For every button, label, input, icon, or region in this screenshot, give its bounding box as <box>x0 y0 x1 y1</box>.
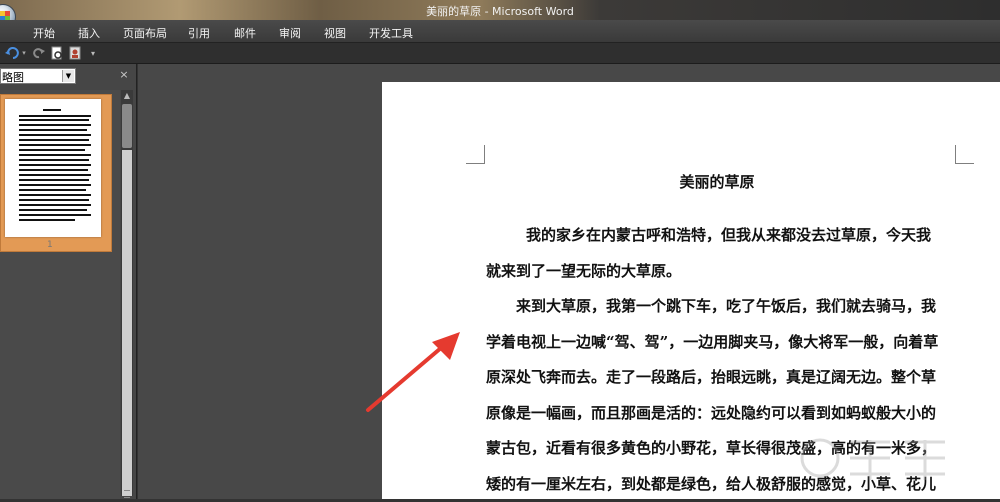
document-line: 原像是一幅画，而且那画是活的：远处隐约可以看到如蚂蚁般大小的 <box>486 396 958 432</box>
tab-view[interactable]: 视图 <box>324 25 346 41</box>
tab-insert[interactable]: 插入 <box>78 25 100 41</box>
line-text: 原深处飞奔而去。走了一段路后，抬眼远眺，真是辽阔无边。整个草 <box>486 360 936 396</box>
document-title: 美丽的草原 <box>382 171 1000 192</box>
print-preview-icon[interactable] <box>50 46 64 60</box>
thumb-line <box>19 119 89 121</box>
scroll-grip-icon <box>124 490 130 498</box>
view-select[interactable]: 略图 ▼ <box>0 68 76 84</box>
redo-icon[interactable] <box>32 46 46 60</box>
line-text: 来到大草原，我第一个跳下车，吃了午饭后，我们就去骑马，我 <box>516 289 936 325</box>
document-line: 就来到了一望无际的大草原。 <box>486 254 958 290</box>
margin-corner-mark-left <box>466 145 485 164</box>
tab-mailings[interactable]: 邮件 <box>234 25 256 41</box>
thumb-line <box>19 209 87 211</box>
thumb-line <box>19 149 85 151</box>
thumb-line <box>19 199 89 201</box>
document-line: 我的家乡在内蒙古呼和浩特，但我从来都没去过草原，今天我 <box>486 218 958 254</box>
page-number: 1 <box>47 240 53 250</box>
line-text: 我的家乡在内蒙古呼和浩特，但我从来都没去过草原，今天我 <box>526 218 931 254</box>
thumb-line <box>19 219 75 221</box>
thumb-line <box>19 179 89 181</box>
thumb-line <box>19 129 87 131</box>
chevron-down-icon[interactable]: ▼ <box>62 70 74 82</box>
nav-scrollbar[interactable]: ▲ <box>121 90 133 496</box>
scroll-thumb[interactable] <box>122 104 132 148</box>
thumb-line <box>19 139 89 141</box>
thumb-line <box>19 134 91 136</box>
customize-dropdown-icon[interactable]: ▾ <box>88 46 98 60</box>
thumbnail-page-preview <box>5 99 101 237</box>
view-select-value: 略图 <box>2 69 24 85</box>
document-line: 来到大草原，我第一个跳下车，吃了午饭后，我们就去骑马，我 <box>486 289 958 325</box>
contact-icon[interactable] <box>68 46 82 60</box>
scroll-track[interactable] <box>122 150 132 496</box>
document-line: 学着电视上一边喊“驾、驾”，一边用脚夹马，像大将军一般，向着草 <box>486 325 958 361</box>
tab-page-layout[interactable]: 页面布局 <box>123 25 167 41</box>
scroll-up-icon[interactable]: ▲ <box>121 90 133 102</box>
page-thumbnail[interactable]: 1 <box>0 94 112 252</box>
thumb-line <box>19 164 91 166</box>
tab-developer[interactable]: 开发工具 <box>369 25 413 41</box>
thumb-line <box>19 204 91 206</box>
close-icon[interactable]: × <box>118 68 130 82</box>
thumb-line <box>19 184 91 186</box>
margin-corner-mark-right <box>955 145 974 164</box>
thumbnail-list: 1 <box>0 90 120 499</box>
annotation-arrow-icon <box>360 320 470 420</box>
thumb-line <box>19 144 91 146</box>
thumb-line <box>19 214 91 216</box>
watermark-logo-icon <box>780 430 980 490</box>
thumb-line <box>19 159 89 161</box>
tab-review[interactable]: 审阅 <box>279 25 301 41</box>
thumb-line <box>19 169 88 171</box>
ribbon-tab-bar: 开始 插入 页面布局 引用 邮件 审阅 视图 开发工具 <box>0 20 1000 43</box>
thumb-line <box>43 109 61 111</box>
line-text: 就来到了一望无际的大草原。 <box>486 254 681 290</box>
thumb-line <box>19 154 91 156</box>
window-title: 美丽的草原 - Microsoft Word <box>0 3 1000 19</box>
thumb-line <box>19 194 91 196</box>
title-bar: 美丽的草原 - Microsoft Word <box>0 0 1000 20</box>
tab-references[interactable]: 引用 <box>188 25 210 41</box>
tab-home[interactable]: 开始 <box>33 25 55 41</box>
undo-dropdown-icon[interactable]: ▾ <box>20 46 28 60</box>
thumb-line <box>19 174 91 176</box>
thumb-line <box>19 124 91 126</box>
line-text: 原像是一幅画，而且那画是活的：远处隐约可以看到如蚂蚁般大小的 <box>486 396 936 432</box>
document-line: 原深处飞奔而去。走了一段路后，抬眼远眺，真是辽阔无边。整个草 <box>486 360 958 396</box>
navigation-pane: 略图 ▼ × <box>0 64 137 499</box>
undo-icon[interactable] <box>4 46 20 60</box>
line-text: 学着电视上一边喊“驾、驾”，一边用脚夹马，像大将军一般，向着草 <box>486 325 938 361</box>
quick-access-toolbar: ▾ ▾ <box>0 43 1000 64</box>
thumb-line <box>19 115 91 117</box>
thumb-line <box>19 189 86 191</box>
